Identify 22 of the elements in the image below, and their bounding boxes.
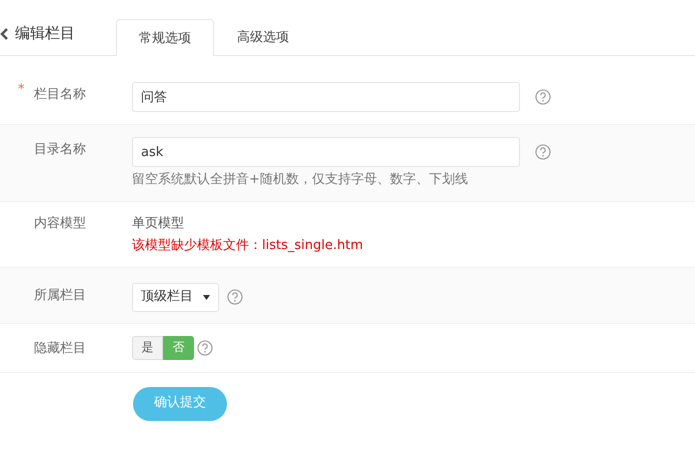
warning-text: 该模型缺少模板文件：lists_single.htm — [132, 238, 363, 255]
field-label: 栏目名称 — [34, 87, 86, 104]
page-title: 编辑栏目 — [15, 24, 75, 44]
hint-text: 留空系统默认全拼音+随机数，仅支持字母、数字、下划线 — [132, 172, 469, 189]
select-field[interactable]: 顶级栏目 — [132, 282, 219, 312]
help-icon[interactable] — [197, 340, 213, 356]
input-field[interactable]: ask — [132, 137, 520, 167]
help-icon[interactable] — [227, 289, 243, 306]
help-icon[interactable] — [535, 89, 551, 105]
field-label: 内容模型 — [34, 216, 86, 233]
field-value: 单页模型 — [132, 216, 184, 233]
field-label: 隐藏栏目 — [34, 340, 86, 358]
field-label: 所属栏目 — [34, 288, 86, 305]
required-mark: * — [18, 82, 26, 99]
toggle-option[interactable]: 是 — [132, 336, 163, 360]
back-icon[interactable] — [0, 28, 9, 40]
input-field[interactable]: 问答 — [132, 82, 520, 112]
caret-icon — [203, 294, 210, 300]
help-icon[interactable] — [535, 144, 551, 160]
field-label: 目录名称 — [34, 142, 86, 159]
tab[interactable]: 常规选项 — [116, 19, 214, 56]
tab[interactable]: 高级选项 — [214, 19, 312, 56]
